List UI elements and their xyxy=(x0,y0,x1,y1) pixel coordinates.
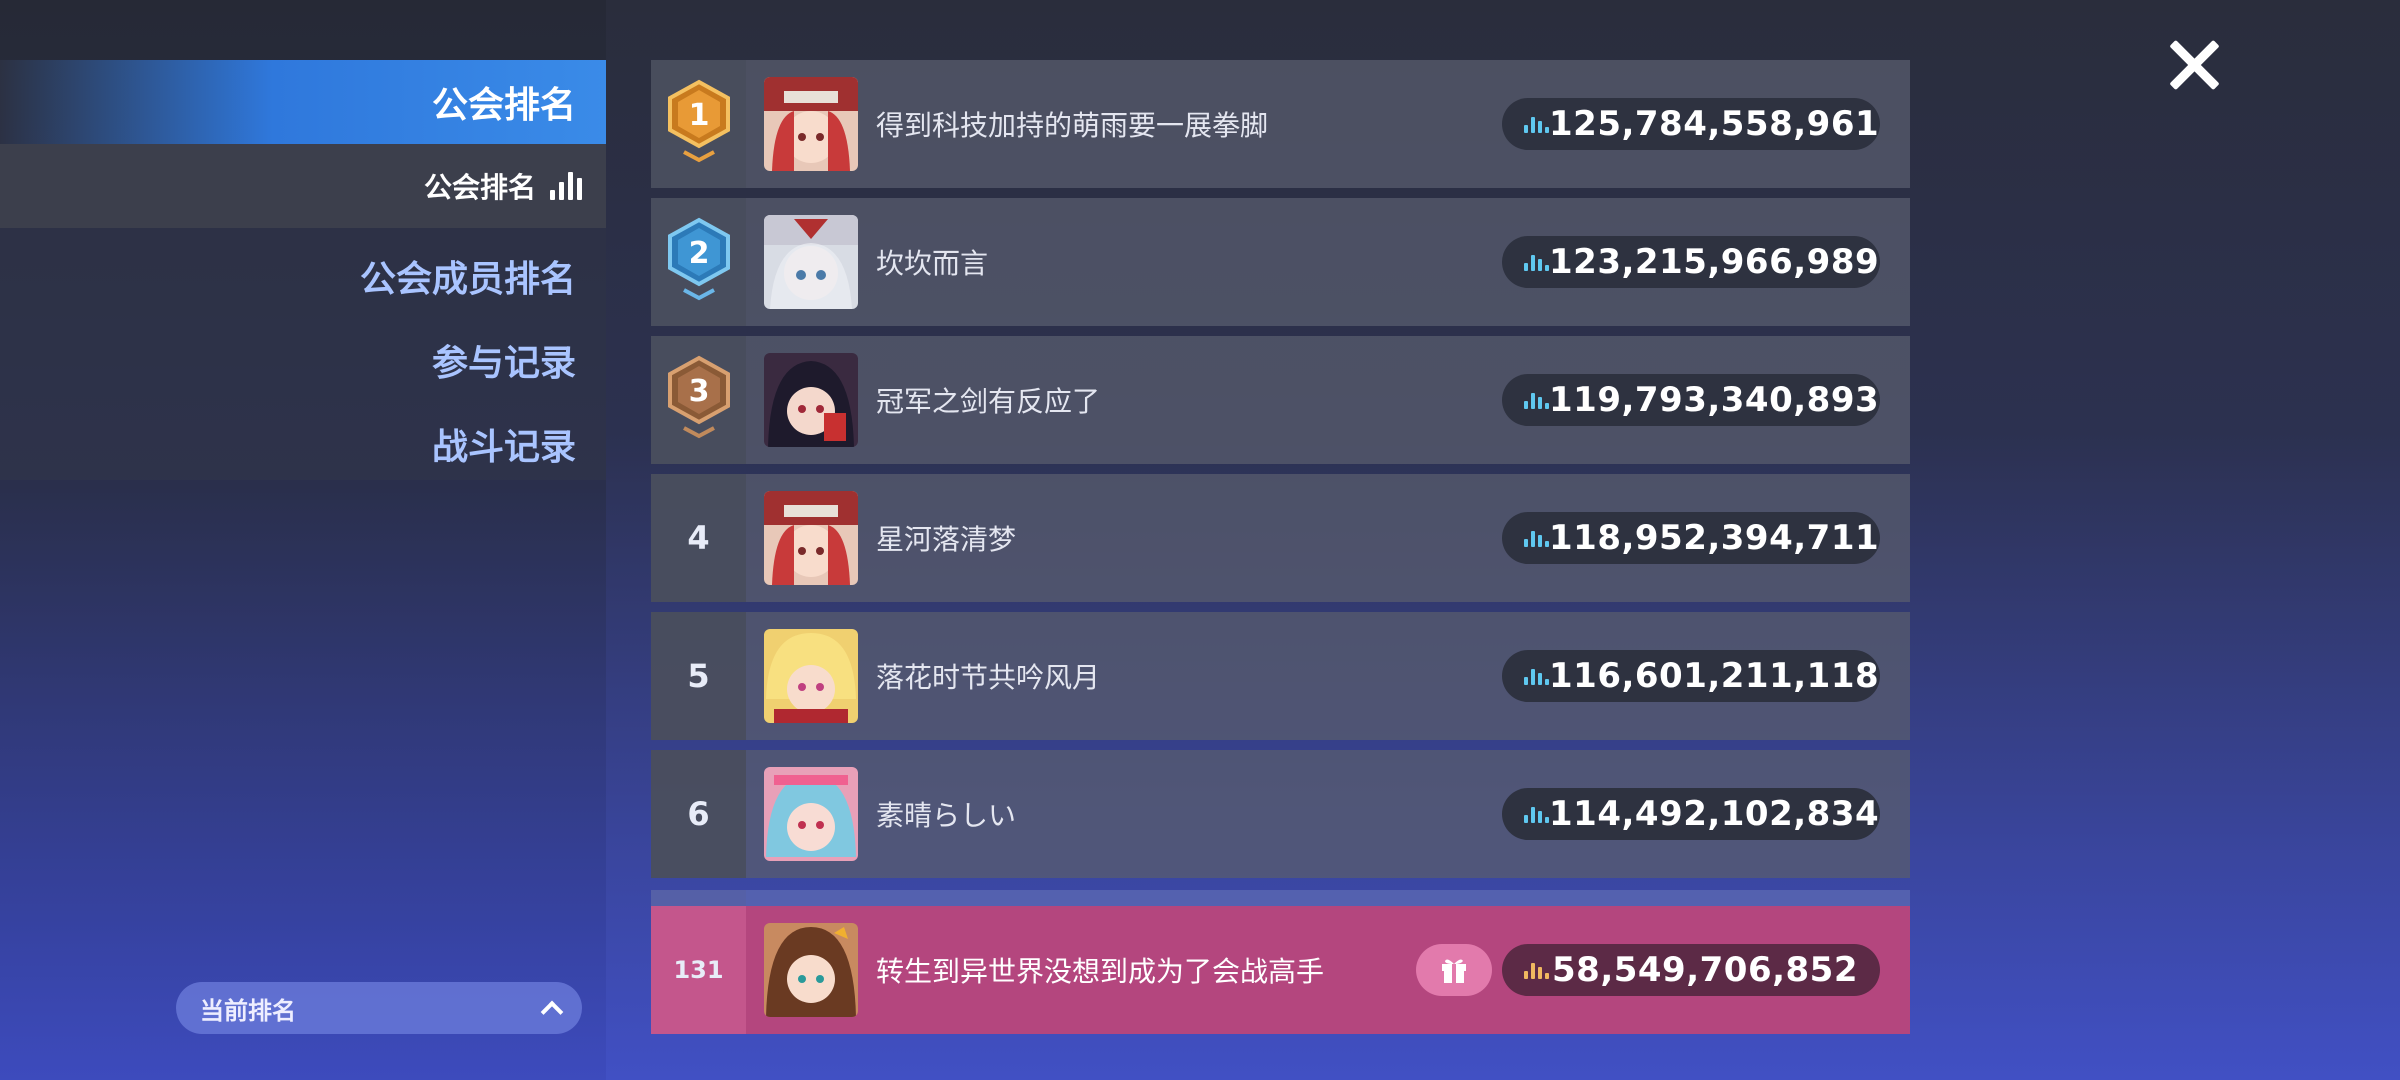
sidebar-item-label: 公会排名 xyxy=(431,85,576,126)
chevron-up-icon xyxy=(540,1000,564,1024)
score-icon xyxy=(1524,961,1549,979)
my-rank: 131 xyxy=(651,906,746,1034)
sidebar-item-member-ranking[interactable]: 公会成员排名 xyxy=(360,250,576,302)
avatar xyxy=(764,629,858,723)
avatar xyxy=(764,215,858,309)
gold-medal-icon: 1 xyxy=(667,79,730,163)
score-value: 119,793,340,893 xyxy=(1549,380,1880,420)
sidebar-subitem-label: 公会排名 xyxy=(423,171,536,204)
score-pill: 114,492,102,834 xyxy=(1502,788,1880,840)
score-icon xyxy=(1524,115,1549,133)
avatar xyxy=(764,491,858,585)
score-value: 116,601,211,118 xyxy=(1549,656,1880,696)
avatar xyxy=(764,767,858,861)
current-rank-label: 当前排名 xyxy=(200,996,296,1025)
bar-chart-icon xyxy=(550,172,582,200)
rank-cell: 3 xyxy=(651,336,746,464)
gift-button[interactable] xyxy=(1416,944,1492,996)
score-pill: 125,784,558,961 xyxy=(1502,98,1880,150)
my-guild-row[interactable]: 131 转生到异世界没想到成为了会战高手 58,549,706,852 xyxy=(651,906,1910,1034)
avatar xyxy=(764,923,858,1017)
ranking-row[interactable]: 1 得到科技加持的萌雨要一展拳脚 125,784,558,961 xyxy=(651,60,1910,188)
avatar xyxy=(764,353,858,447)
gift-icon xyxy=(1442,959,1466,983)
score-icon xyxy=(1524,805,1549,823)
close-button[interactable] xyxy=(2168,38,2222,92)
avatar xyxy=(764,77,858,171)
medal-rank: 2 xyxy=(688,236,709,271)
score-icon xyxy=(1524,253,1549,271)
medal-rank: 3 xyxy=(688,374,709,409)
score-pill: 119,793,340,893 xyxy=(1502,374,1880,426)
score-pill: 123,215,966,989 xyxy=(1502,236,1880,288)
rank-cell: 6 xyxy=(651,750,746,878)
sidebar-item-participation-record[interactable]: 参与记录 xyxy=(432,334,576,386)
ranking-row[interactable]: 5 落花时节共吟风月 116,601,211,118 xyxy=(651,612,1910,740)
score-value: 114,492,102,834 xyxy=(1549,794,1880,834)
sidebar: 公会排名 公会排名 公会成员排名 参与记录 战斗记录 当前排名 xyxy=(0,0,606,1080)
sidebar-menu: 公会排名 公会排名 公会成员排名 参与记录 战斗记录 xyxy=(0,60,606,480)
score-pill: 116,601,211,118 xyxy=(1502,650,1880,702)
rank-cell: 5 xyxy=(651,612,746,740)
rank-cell: 2 xyxy=(651,198,746,326)
sidebar-item-guild-ranking[interactable]: 公会排名 xyxy=(0,60,606,144)
score-icon xyxy=(1524,529,1549,547)
score-icon xyxy=(1524,391,1549,409)
score-value: 123,215,966,989 xyxy=(1549,242,1880,282)
ranking-row[interactable]: 6 素晴らしい 114,492,102,834 xyxy=(651,750,1910,878)
bronze-medal-icon: 3 xyxy=(667,355,730,439)
silver-medal-icon: 2 xyxy=(667,217,730,301)
ranking-row[interactable]: 4 星河落清梦 118,952,394,711 xyxy=(651,474,1910,602)
score-value: 58,549,706,852 xyxy=(1552,950,1858,990)
rank-cell: 4 xyxy=(651,474,746,602)
rank-cell: 1 xyxy=(651,60,746,188)
score-value: 118,952,394,711 xyxy=(1549,518,1880,558)
sidebar-subitem-guild-ranking[interactable]: 公会排名 xyxy=(0,144,606,228)
score-pill: 118,952,394,711 xyxy=(1502,512,1880,564)
score-icon xyxy=(1524,667,1549,685)
ranking-row[interactable]: 2 坎坎而言 123,215,966,989 xyxy=(651,198,1910,326)
score-pill: 58,549,706,852 xyxy=(1502,944,1880,996)
ranking-row[interactable]: 3 冠军之剑有反应了 119,793,340,893 xyxy=(651,336,1910,464)
score-value: 125,784,558,961 xyxy=(1549,104,1880,144)
sidebar-item-battle-record[interactable]: 战斗记录 xyxy=(432,418,576,470)
medal-rank: 1 xyxy=(688,98,709,133)
current-rank-button[interactable]: 当前排名 xyxy=(176,982,582,1034)
